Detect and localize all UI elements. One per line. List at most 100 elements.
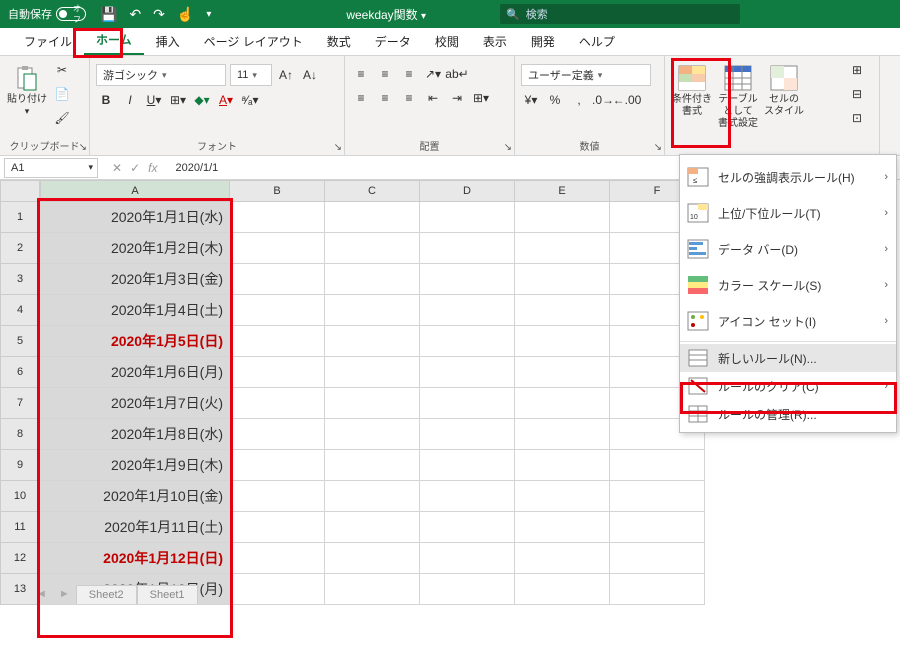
cell[interactable] — [230, 512, 325, 543]
col-header-D[interactable]: D — [420, 180, 515, 202]
align-center-icon[interactable]: ≡ — [375, 88, 395, 108]
menu-color-scales[interactable]: カラー スケール(S) › — [680, 267, 896, 303]
undo-icon[interactable]: ↶ — [129, 6, 141, 23]
sheet-nav-next-icon[interactable]: ► — [53, 588, 76, 600]
align-top-icon[interactable]: ≡ — [351, 64, 371, 84]
tab-pagelayout[interactable]: ページ レイアウト — [192, 28, 315, 55]
cell[interactable] — [325, 357, 420, 388]
tab-view[interactable]: 表示 — [471, 28, 519, 55]
cell[interactable] — [420, 388, 515, 419]
cell[interactable] — [325, 264, 420, 295]
menu-icon-sets[interactable]: アイコン セット(I) › — [680, 303, 896, 339]
cell[interactable] — [230, 481, 325, 512]
increase-indent-icon[interactable]: ⇥ — [447, 88, 467, 108]
cell[interactable] — [515, 295, 610, 326]
align-left-icon[interactable]: ≡ — [351, 88, 371, 108]
cell[interactable] — [515, 481, 610, 512]
decrease-decimal-icon[interactable]: ←.00 — [617, 90, 637, 110]
align-right-icon[interactable]: ≡ — [399, 88, 419, 108]
row-header[interactable]: 3 — [0, 264, 40, 295]
cell[interactable] — [420, 326, 515, 357]
cell[interactable] — [515, 326, 610, 357]
cell[interactable] — [610, 450, 705, 481]
percent-icon[interactable]: % — [545, 90, 565, 110]
cut-icon[interactable]: ✂ — [52, 60, 72, 80]
cell[interactable] — [610, 512, 705, 543]
save-icon[interactable]: 💾 — [100, 6, 117, 23]
delete-cells-icon[interactable]: ⊟ — [847, 84, 867, 104]
cell[interactable] — [515, 512, 610, 543]
align-bottom-icon[interactable]: ≡ — [399, 64, 419, 84]
row-header[interactable]: 9 — [0, 450, 40, 481]
cell[interactable] — [420, 419, 515, 450]
font-color-button[interactable]: A▾ — [216, 90, 236, 110]
cell[interactable] — [515, 233, 610, 264]
format-cells-icon[interactable]: ⊡ — [847, 108, 867, 128]
currency-icon[interactable]: ¥▾ — [521, 90, 541, 110]
cell[interactable] — [230, 543, 325, 574]
cell[interactable] — [515, 574, 610, 605]
cell[interactable] — [420, 481, 515, 512]
cell-styles-button[interactable]: セルの スタイル — [763, 60, 805, 118]
tab-file[interactable]: ファイル — [12, 28, 84, 55]
cell[interactable] — [515, 357, 610, 388]
row-header[interactable]: 8 — [0, 419, 40, 450]
decrease-font-icon[interactable]: A↓ — [300, 65, 320, 85]
conditional-format-button[interactable]: 条件付き 書式 — [671, 60, 713, 118]
cell[interactable] — [230, 202, 325, 233]
cell[interactable] — [610, 543, 705, 574]
tab-data[interactable]: データ — [363, 28, 423, 55]
cell[interactable] — [420, 264, 515, 295]
cell[interactable] — [515, 388, 610, 419]
cell[interactable] — [515, 450, 610, 481]
font-name-combo[interactable]: 游ゴシック▾ — [96, 64, 226, 86]
cell[interactable] — [420, 357, 515, 388]
menu-manage-rules[interactable]: ルールの管理(R)... — [680, 400, 896, 428]
cell[interactable]: 2020年1月5日(日) — [40, 326, 230, 357]
cell[interactable] — [325, 388, 420, 419]
cell[interactable] — [230, 295, 325, 326]
cell[interactable] — [230, 326, 325, 357]
row-header[interactable]: 2 — [0, 233, 40, 264]
cell[interactable] — [515, 419, 610, 450]
underline-button[interactable]: U▾ — [144, 90, 164, 110]
cell[interactable] — [230, 388, 325, 419]
menu-top-bottom-rules[interactable]: 10 上位/下位ルール(T) › — [680, 195, 896, 231]
wrap-text-icon[interactable]: ab↵ — [447, 64, 467, 84]
row-header[interactable]: 4 — [0, 295, 40, 326]
col-header-B[interactable]: B — [230, 180, 325, 202]
font-launcher-icon[interactable]: ↘ — [334, 142, 342, 153]
row-header[interactable]: 5 — [0, 326, 40, 357]
cell[interactable] — [420, 574, 515, 605]
name-box[interactable]: A1▾ — [4, 158, 98, 178]
cell[interactable] — [325, 512, 420, 543]
cell[interactable] — [325, 419, 420, 450]
menu-clear-rules[interactable]: ルールのクリア(C) › — [680, 372, 896, 400]
italic-button[interactable]: I — [120, 90, 140, 110]
select-all-button[interactable] — [0, 180, 40, 202]
cell[interactable] — [610, 481, 705, 512]
cell[interactable] — [325, 233, 420, 264]
cell[interactable]: 2020年1月3日(金) — [40, 264, 230, 295]
col-header-E[interactable]: E — [515, 180, 610, 202]
row-header[interactable]: 1 — [0, 202, 40, 233]
col-header-C[interactable]: C — [325, 180, 420, 202]
cell[interactable]: 2020年1月10日(金) — [40, 481, 230, 512]
cell[interactable] — [515, 264, 610, 295]
cell[interactable] — [325, 326, 420, 357]
sheet-nav-prev-icon[interactable]: ◄ — [30, 588, 53, 600]
increase-decimal-icon[interactable]: .0→ — [593, 90, 613, 110]
toggle-switch[interactable]: オフ — [56, 7, 86, 21]
font-size-combo[interactable]: 11▾ — [230, 64, 272, 86]
align-middle-icon[interactable]: ≡ — [375, 64, 395, 84]
cell[interactable] — [230, 419, 325, 450]
cell[interactable] — [420, 202, 515, 233]
align-launcher-icon[interactable]: ↘ — [504, 142, 512, 153]
tab-help[interactable]: ヘルプ — [567, 28, 627, 55]
cell[interactable] — [325, 295, 420, 326]
qat-more-icon[interactable]: ▾ — [206, 9, 211, 20]
decrease-indent-icon[interactable]: ⇤ — [423, 88, 443, 108]
sheet-tab-1[interactable]: Sheet1 — [137, 585, 198, 604]
cell[interactable] — [515, 543, 610, 574]
menu-new-rule[interactable]: 新しいルール(N)... — [680, 344, 896, 372]
